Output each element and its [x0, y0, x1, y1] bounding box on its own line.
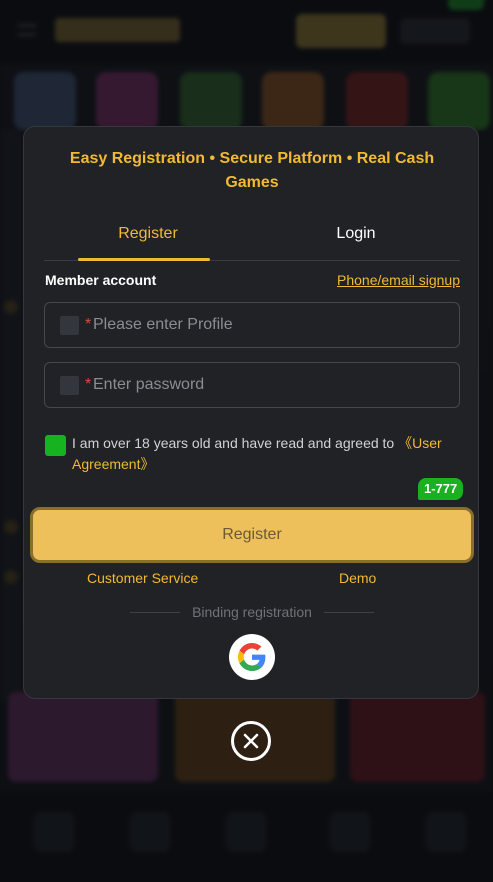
password-input[interactable]: * Enter password — [44, 362, 460, 408]
phone-email-signup-link[interactable]: Phone/email signup — [337, 272, 460, 288]
required-mark: * — [85, 316, 92, 333]
close-modal-button[interactable] — [231, 721, 271, 761]
customer-service-link[interactable]: Customer Service — [87, 570, 198, 586]
password-field-icon — [60, 376, 79, 395]
agreement-text: I am over 18 years old and have read and… — [72, 433, 468, 475]
tab-register[interactable]: Register — [44, 215, 252, 261]
agreement-checkbox[interactable] — [45, 435, 66, 456]
active-tab-indicator — [78, 258, 210, 261]
registration-modal: Easy Registration • Secure Platform • Re… — [23, 126, 479, 699]
google-login-button[interactable] — [229, 634, 275, 680]
required-mark: * — [85, 376, 92, 393]
password-placeholder: Enter password — [93, 376, 205, 393]
register-button[interactable]: Register — [30, 507, 474, 563]
agreement-statement: I am over 18 years old and have read and… — [72, 435, 399, 451]
close-icon — [243, 733, 259, 749]
divider-right — [324, 612, 374, 613]
modal-headline: Easy Registration • Secure Platform • Re… — [69, 150, 435, 191]
profile-input[interactable]: * Please enter Profile — [44, 302, 460, 348]
demo-link[interactable]: Demo — [339, 570, 376, 586]
auth-tabs: Register Login — [44, 215, 460, 261]
tab-login[interactable]: Login — [252, 215, 460, 261]
member-account-label: Member account — [45, 272, 157, 288]
binding-registration-label: Binding registration — [192, 604, 312, 620]
google-icon — [238, 643, 266, 671]
profile-placeholder: Please enter Profile — [93, 316, 233, 333]
profile-field-icon — [60, 316, 79, 335]
promo-badge: 1-777 — [418, 478, 464, 500]
